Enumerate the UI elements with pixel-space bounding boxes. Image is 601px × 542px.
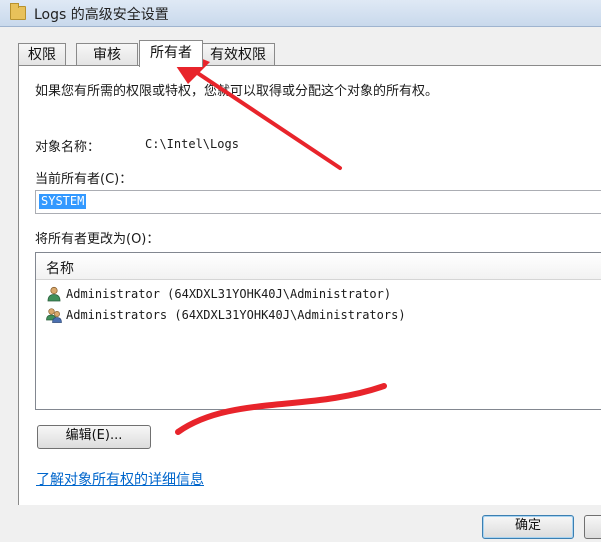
column-name-label: 名称 [46, 261, 74, 277]
tab-owner[interactable]: 所有者 [139, 40, 203, 67]
title-bar[interactable]: Logs 的高级安全设置 [0, 0, 601, 27]
list-item-label: Administrators (64XDXL31YOHK40J\Administ… [66, 308, 406, 322]
ok-button[interactable]: 确定 [482, 515, 574, 539]
tab-auditing[interactable]: 审核 [76, 43, 138, 66]
current-owner-label: 当前所有者(C)： [35, 172, 133, 187]
list-column-header[interactable]: 名称 [36, 253, 601, 280]
current-owner-field[interactable]: SYSTEM [35, 190, 601, 214]
intro-text: 如果您有所需的权限或特权，您就可以取得或分配这个对象的所有权。 [35, 84, 439, 99]
tab-effective-permissions[interactable]: 有效权限 [201, 43, 275, 66]
current-owner-value: SYSTEM [39, 194, 87, 209]
tab-permissions[interactable]: 权限 [18, 43, 66, 66]
folder-icon [10, 3, 26, 20]
window-title: Logs 的高级安全设置 [34, 7, 169, 23]
owner-candidate-list[interactable]: 名称 Administrator (64XDXL31YOHK40J\Admini… [35, 252, 601, 410]
object-name-label: 对象名称： [35, 140, 101, 155]
object-name-value: C:\Intel\Logs [145, 137, 239, 151]
group-icon [46, 308, 62, 323]
learn-more-link[interactable]: 了解对象所有权的详细信息 [36, 469, 204, 489]
user-icon [47, 286, 61, 302]
list-item-label: Administrator (64XDXL31YOHK40J\Administr… [66, 287, 392, 301]
cancel-button[interactable] [584, 515, 601, 539]
edit-button[interactable]: 编辑(E)... [37, 425, 151, 449]
change-owner-label: 将所有者更改为(O)： [35, 232, 160, 247]
